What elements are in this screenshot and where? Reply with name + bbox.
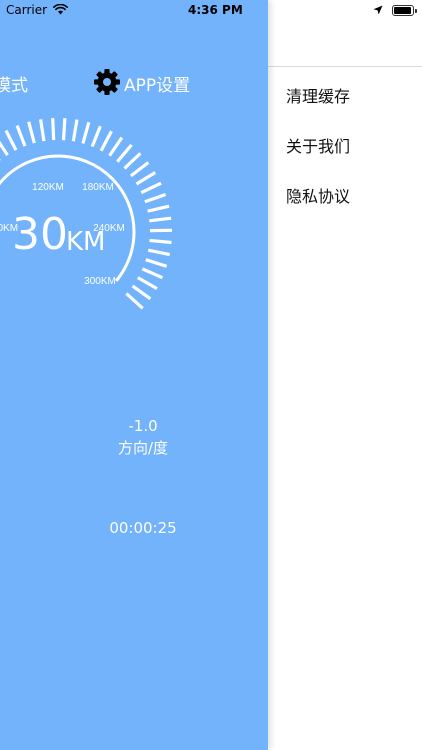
gauge-tick [71,119,79,142]
speed-unit: KM [66,227,106,257]
menu-item-about-us[interactable]: 关于我们 [286,133,350,157]
direction-value: -1.0 [128,417,158,435]
gauge-scale-label: 180KM [82,182,114,193]
speed-value: 30 [12,209,68,260]
gauge-tick [149,238,172,245]
direction-label: 方向/度 [117,439,169,457]
gauge-tick [51,118,56,141]
gauge-tick [137,276,158,290]
battery-icon [392,5,417,16]
gauge-tick [116,143,133,163]
gauge-tick [144,192,167,204]
gear-icon[interactable] [92,68,122,96]
app-settings-button[interactable]: APP设置 [124,71,190,96]
gauge-tick [129,161,150,178]
gauge-tick [147,248,171,257]
gauge-tick [141,267,164,280]
gauge-tick [131,284,152,301]
gauge-tick [123,152,142,170]
gauge-tick [90,125,102,148]
main-panel: 模式 APP设置 60KM120KM180KM240KM300KM 30 KM … [0,0,268,750]
gauge-scale-label: 120KM [32,182,64,193]
menu-item-clear-cache[interactable]: 清理缓存 [286,83,350,107]
gauge-tick [4,129,18,151]
gauge-tick [81,121,91,144]
location-arrow-icon [373,5,383,15]
carrier-label: Carrier [6,3,48,17]
status-bar: Carrier 4:36 PM [0,0,422,22]
wifi-icon [53,4,68,15]
elapsed-timer: 00:00:25 [109,519,177,537]
gauge-tick [145,258,168,268]
gauge-tick [61,118,67,141]
gauge-tick [99,130,113,152]
gauge-tick [135,171,157,186]
gauge-tick [140,181,162,195]
gauge-tick [149,216,172,223]
clock-time: 4:36 PM [188,3,243,17]
menu-item-privacy-policy[interactable]: 隐私协议 [286,183,350,207]
gauge-tick [15,125,27,147]
mode-button[interactable]: 模式 [0,71,28,96]
gauge-tick [0,140,9,156]
gauge-tick [147,204,170,213]
gauge-tick [125,292,144,310]
gauge-tick [39,119,46,142]
gauge-tick [27,121,36,144]
gauge-scale-label: 300KM [84,276,116,287]
menu-divider [268,66,422,67]
gauge-tick [108,136,124,157]
